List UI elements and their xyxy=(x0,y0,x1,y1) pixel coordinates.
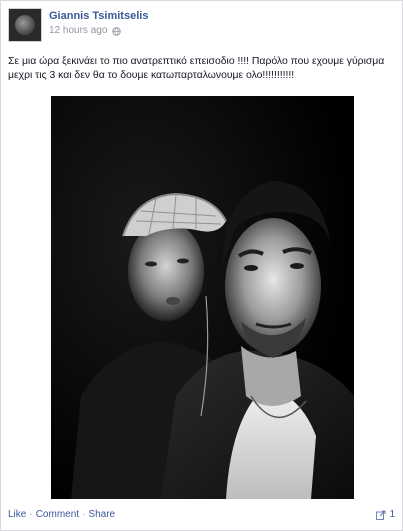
post-caption: Σε μια ώρα ξεκινάει το πιο ανατρεπτικό ε… xyxy=(8,56,385,81)
action-separator: · xyxy=(29,509,33,520)
post-card: Giannis Tsimitselis 12 hours ago Σε μια … xyxy=(0,0,403,531)
action-separator: · xyxy=(82,509,86,520)
like-link[interactable]: Like xyxy=(8,509,26,520)
globe-icon xyxy=(112,26,122,36)
author-name[interactable]: Giannis Tsimitselis xyxy=(49,9,148,23)
comment-link[interactable]: Comment xyxy=(36,509,79,520)
avatar[interactable] xyxy=(8,8,42,42)
post-actions: Like · Comment · Share xyxy=(8,509,115,521)
post-meta: 12 hours ago xyxy=(49,25,148,37)
post-timestamp[interactable]: 12 hours ago xyxy=(49,25,107,37)
share-icon xyxy=(376,510,386,520)
post-header: Giannis Tsimitselis 12 hours ago xyxy=(8,8,148,42)
share-link[interactable]: Share xyxy=(88,509,115,520)
share-count[interactable]: 1 xyxy=(376,509,395,521)
post-header-text: Giannis Tsimitselis 12 hours ago xyxy=(49,9,148,37)
photo-image xyxy=(51,96,354,499)
avatar-image xyxy=(15,15,35,35)
share-count-value: 1 xyxy=(389,509,395,520)
post-photo[interactable] xyxy=(51,96,354,499)
